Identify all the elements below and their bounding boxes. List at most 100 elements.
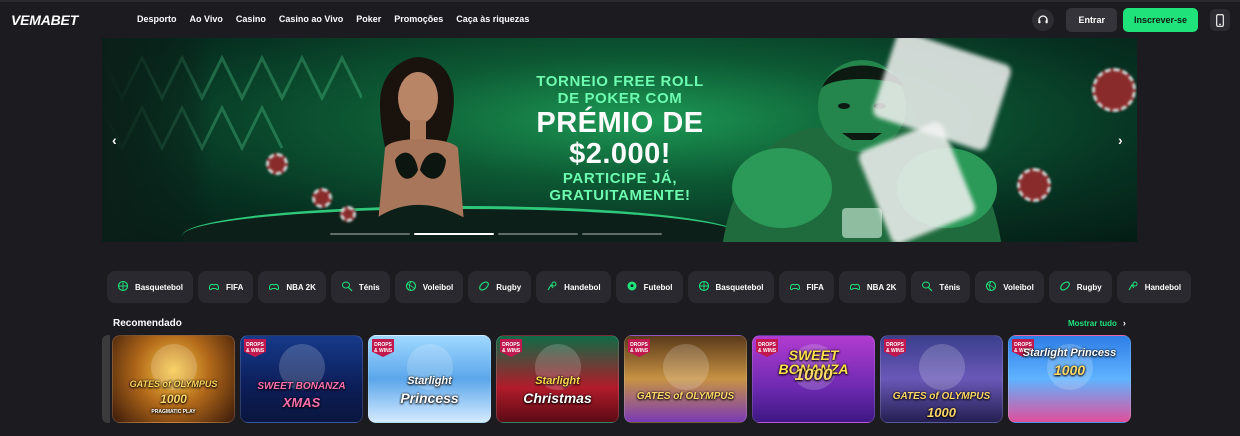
carousel-next-icon[interactable]: › (1118, 132, 1123, 148)
header-actions: Entrar Inscrever-se (1032, 8, 1230, 32)
headset-icon[interactable] (1032, 9, 1055, 31)
promo-banner-carousel[interactable]: TORNEIO FREE ROLL DE POKER COM PRÉMIO DE… (102, 38, 1137, 242)
signup-button[interactable]: Inscrever-se (1122, 8, 1198, 32)
handball-icon (546, 280, 558, 294)
carousel-dot[interactable] (582, 233, 662, 235)
sport-chip-label: Futebol (643, 282, 673, 292)
sport-chip-label: FIFA (806, 282, 824, 292)
sports-quick-links: Basquetebol FIFA NBA 2K Ténis Voleibol Rugby H… (107, 271, 1192, 303)
drops-and-wins-badge: DROPS & WINS (628, 339, 650, 357)
drops-and-wins-badge: DROPS & WINS (372, 339, 394, 357)
game-title: GATES of OLYMPUS (129, 379, 218, 389)
poker-chip (312, 188, 332, 208)
banner-line-3: PRÉMIO DE (536, 106, 704, 139)
sport-chip-nba-2k[interactable]: NBA 2K (258, 271, 326, 303)
rugby-icon (478, 280, 490, 294)
tennis-icon (921, 280, 933, 294)
mobile-phone-icon[interactable] (1210, 9, 1230, 31)
poker-chip (266, 153, 288, 175)
game-tile[interactable]: DROPS & WINS Starlight Princess (368, 335, 491, 423)
chevron-right-icon: › (1122, 318, 1126, 328)
game-tile[interactable]: DROPS & WINS Starlight Christmas (496, 335, 619, 423)
recommended-section-title: Recomendado (113, 318, 182, 329)
drops-and-wins-badge: DROPS & WINS (884, 339, 906, 357)
game-title: GATES of OLYMPUS (636, 391, 735, 402)
game-subtitle: 1000 (160, 392, 187, 406)
game-subtitle: XMAS (282, 395, 321, 410)
nav-item-ao-vivo[interactable]: Ao Vivo (190, 14, 223, 24)
carousel-indicators (330, 233, 662, 235)
sport-chip-t-nis[interactable]: Ténis (330, 271, 390, 303)
scroll-edge (102, 335, 110, 423)
drops-and-wins-badge: DROPS & WINS (500, 339, 522, 357)
esports-fifa-icon (208, 280, 220, 294)
banner-left-fade (102, 38, 212, 242)
banner-line-5: PARTICIPE JÁ, (562, 170, 678, 188)
volleyball-icon (985, 280, 997, 294)
sport-chip-basquetebol[interactable]: Basquetebol (107, 271, 194, 303)
nav-item-caca-as-riquezas[interactable]: Caça às riquezas (456, 14, 529, 24)
sport-chip-label: Rugby (1076, 282, 1102, 292)
rugby-icon (1059, 280, 1071, 294)
game-art (919, 344, 965, 390)
game-subtitle: 1000 (794, 365, 833, 384)
football-icon (626, 280, 638, 294)
sport-chip-label: NBA 2K (286, 282, 316, 292)
poker-dealer-illustration (366, 57, 480, 242)
sport-chip-t-nis[interactable]: Ténis (911, 271, 971, 303)
game-tile[interactable]: DROPS & WINS SWEET BONANZA XMAS (240, 335, 363, 423)
sport-chip-handebol[interactable]: Handebol (1116, 271, 1192, 303)
show-all-link[interactable]: Mostrar tudo › (1068, 318, 1126, 328)
sport-chip-label: Ténis (358, 282, 380, 292)
game-tile[interactable]: DROPS & WINS GATES of OLYMPUS (624, 335, 747, 423)
sport-chip-fifa[interactable]: FIFA (198, 271, 254, 303)
sport-chip-handebol[interactable]: Handebol (536, 271, 611, 303)
game-subtitle: 1000 (927, 405, 956, 420)
sport-chip-label: Ténis (939, 282, 961, 292)
sport-chip-rugby[interactable]: Rugby (1048, 271, 1112, 303)
game-subtitle: 1000 (1053, 362, 1086, 378)
poker-chip (1092, 68, 1136, 112)
nav-item-poker[interactable]: Poker (356, 14, 381, 24)
top-navigation-bar: VEMABET Desporto Ao Vivo Casino Casino a… (0, 0, 1240, 38)
carousel-prev-icon[interactable]: ‹ (112, 132, 117, 148)
sport-chip-basquetebol[interactable]: Basquetebol (687, 271, 774, 303)
banner-line-1: TORNEIO FREE ROLL (536, 73, 704, 90)
show-all-label: Mostrar tudo (1068, 318, 1117, 328)
game-tile[interactable]: GATES of OLYMPUS 1000 PRAGMATIC PLAY (112, 335, 235, 423)
game-title: SWEET BONANZA (257, 381, 346, 392)
sport-chip-fifa[interactable]: FIFA (778, 271, 834, 303)
sport-chip-label: Rugby (496, 282, 522, 292)
game-tile[interactable]: DROPS & WINS Starlight Princess 1000 (1008, 335, 1131, 423)
sport-chip-label: Voleibol (422, 282, 454, 292)
sport-chip-rugby[interactable]: Rugby (468, 271, 532, 303)
nav-item-casino-ao-vivo[interactable]: Casino ao Vivo (279, 14, 343, 24)
banner-line-4: $2.000! (569, 138, 671, 171)
carousel-dot[interactable] (498, 233, 578, 235)
esports-nba-icon (268, 280, 280, 294)
login-button[interactable]: Entrar (1066, 8, 1117, 32)
sport-chip-futebol[interactable]: Futebol (615, 271, 683, 303)
poker-chip (340, 206, 356, 222)
nav-item-promocoes[interactable]: Promoções (394, 14, 443, 24)
sport-chip-voleibol[interactable]: Voleibol (394, 271, 464, 303)
game-title: Starlight (407, 375, 452, 387)
sport-chip-label: Handebol (1144, 282, 1182, 292)
game-tile[interactable]: DROPS & WINS SWEET BONANZA 1000 (752, 335, 875, 423)
game-art (663, 344, 709, 390)
nav-item-casino[interactable]: Casino (236, 14, 266, 24)
recommended-games-row: GATES of OLYMPUS 1000 PRAGMATIC PLAY DROPS … (102, 335, 1131, 423)
sport-chip-label: Voleibol (1003, 282, 1034, 292)
vemabet-logo[interactable]: VEMABET (11, 12, 78, 28)
game-tile[interactable]: DROPS & WINS GATES of OLYMPUS 1000 (880, 335, 1003, 423)
carousel-dot[interactable] (330, 233, 410, 235)
basketball-icon (698, 280, 710, 294)
game-subtitle: Princess (400, 390, 459, 406)
sport-chip-nba-2k[interactable]: NBA 2K (838, 271, 907, 303)
sport-chip-voleibol[interactable]: Voleibol (975, 271, 1044, 303)
nav-item-desporto[interactable]: Desporto (137, 14, 177, 24)
game-provider-label: PRAGMATIC PLAY (151, 409, 196, 415)
carousel-dot-active[interactable] (414, 233, 494, 235)
drops-and-wins-badge: DROPS & WINS (244, 339, 266, 357)
basketball-icon (117, 280, 129, 294)
